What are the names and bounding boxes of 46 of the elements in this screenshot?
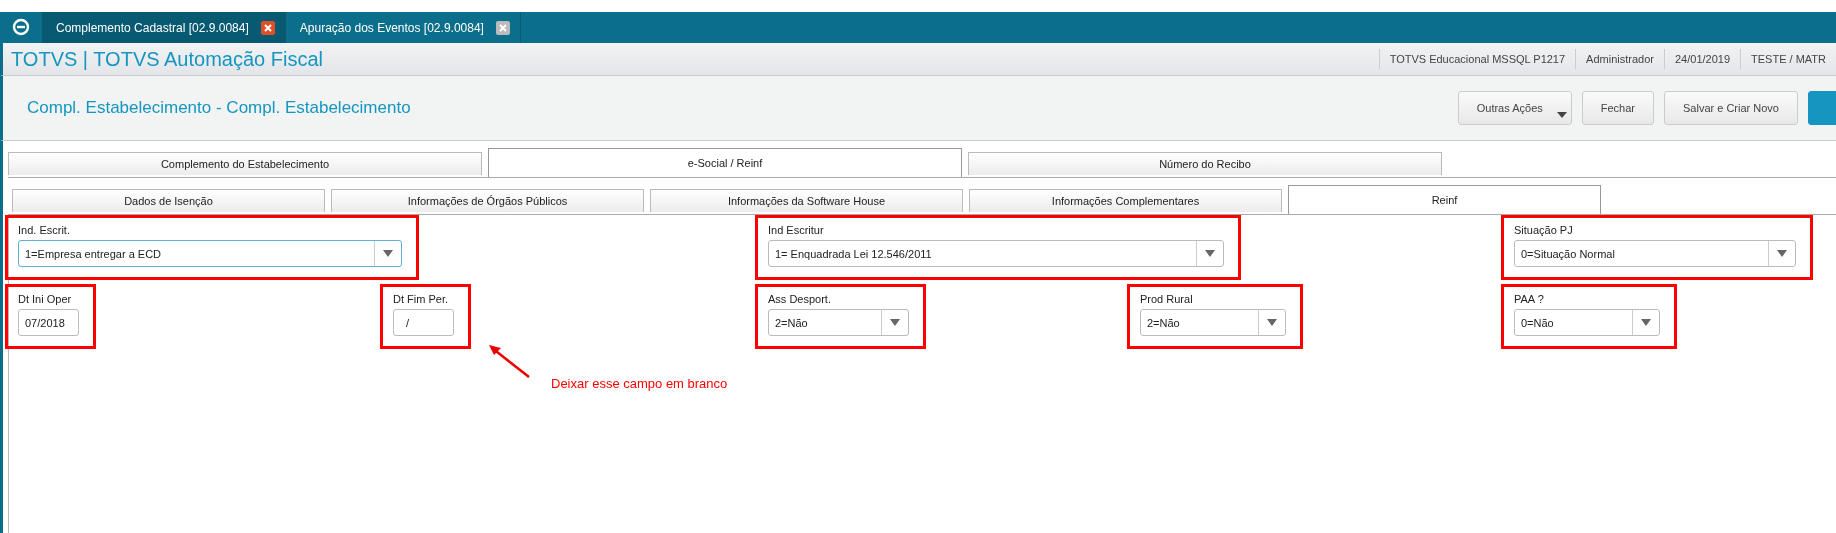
dropdown-arrow-icon: [1777, 250, 1787, 257]
action-button[interactable]: Salvar e Criar Novo: [1664, 91, 1798, 125]
field-label: Prod Rural: [1140, 293, 1194, 305]
tab[interactable]: Número do Recibo: [968, 152, 1442, 175]
status-info: TESTE / MATR: [1740, 49, 1836, 69]
dropdown-arrow-icon: [383, 250, 393, 257]
logo-icon[interactable]: [12, 18, 30, 36]
input-field[interactable]: /: [393, 309, 454, 336]
app-title: TOTVS | TOTVS Automação Fiscal: [10, 47, 323, 71]
select-field[interactable]: 2=Não: [1140, 309, 1286, 336]
arrow-icon: [487, 343, 531, 379]
status-info: 24/01/2019: [1663, 49, 1741, 69]
caret-icon: [1556, 112, 1567, 118]
action-button[interactable]: Fechar: [1581, 91, 1654, 125]
tab[interactable]: e-Social / Reinf: [488, 148, 962, 177]
field-label: Dt Fim Per.: [393, 293, 449, 305]
close-icon[interactable]: [260, 20, 275, 35]
tab[interactable]: Complemento do Estabelecimento: [8, 152, 482, 175]
input-field[interactable]: 07/2018: [18, 309, 79, 336]
window-tab[interactable]: Complemento Cadastral [02.9.0084]: [42, 12, 286, 43]
dropdown-arrow-icon: [1641, 319, 1651, 326]
field-label: Situação PJ: [1514, 224, 1574, 236]
status-info: TOTVS Educacional MSSQL P1217: [1378, 49, 1576, 69]
select-field[interactable]: 1= Enquadrada Lei 12.546/2011: [768, 240, 1224, 267]
select-field[interactable]: 0=Situação Normal: [1514, 240, 1796, 267]
dropdown-arrow-icon: [1205, 250, 1215, 257]
action-button[interactable]: Outras Ações: [1457, 91, 1572, 125]
field-label: Ass Desport.: [768, 293, 832, 305]
status-info: Administrador: [1575, 49, 1664, 69]
tab[interactable]: Dados de Isenção: [12, 189, 325, 212]
tab[interactable]: Informações Complementares: [969, 189, 1282, 212]
field-label: Dt Ini Oper: [18, 293, 73, 305]
select-field[interactable]: 0=Não: [1514, 309, 1660, 336]
page-title: Compl. Estabelecimento - Compl. Estabelecimento: [26, 98, 411, 118]
field-label: Ind Escritur: [768, 224, 825, 236]
dropdown-arrow-icon: [1267, 319, 1277, 326]
select-field[interactable]: 1=Empresa entregar a ECD: [18, 240, 402, 267]
annotation-text: Deixar esse campo em branco: [551, 376, 728, 391]
tab[interactable]: Informações de Órgãos Públicos: [331, 189, 644, 212]
close-icon[interactable]: [495, 20, 510, 35]
field-label: PAA ?: [1514, 293, 1545, 305]
tab[interactable]: Informações da Software House: [650, 189, 963, 212]
tab[interactable]: Reinf: [1288, 185, 1601, 214]
field-label: Ind. Escrit.: [18, 224, 71, 236]
dropdown-arrow-icon: [890, 319, 900, 326]
select-field[interactable]: 2=Não: [768, 309, 909, 336]
